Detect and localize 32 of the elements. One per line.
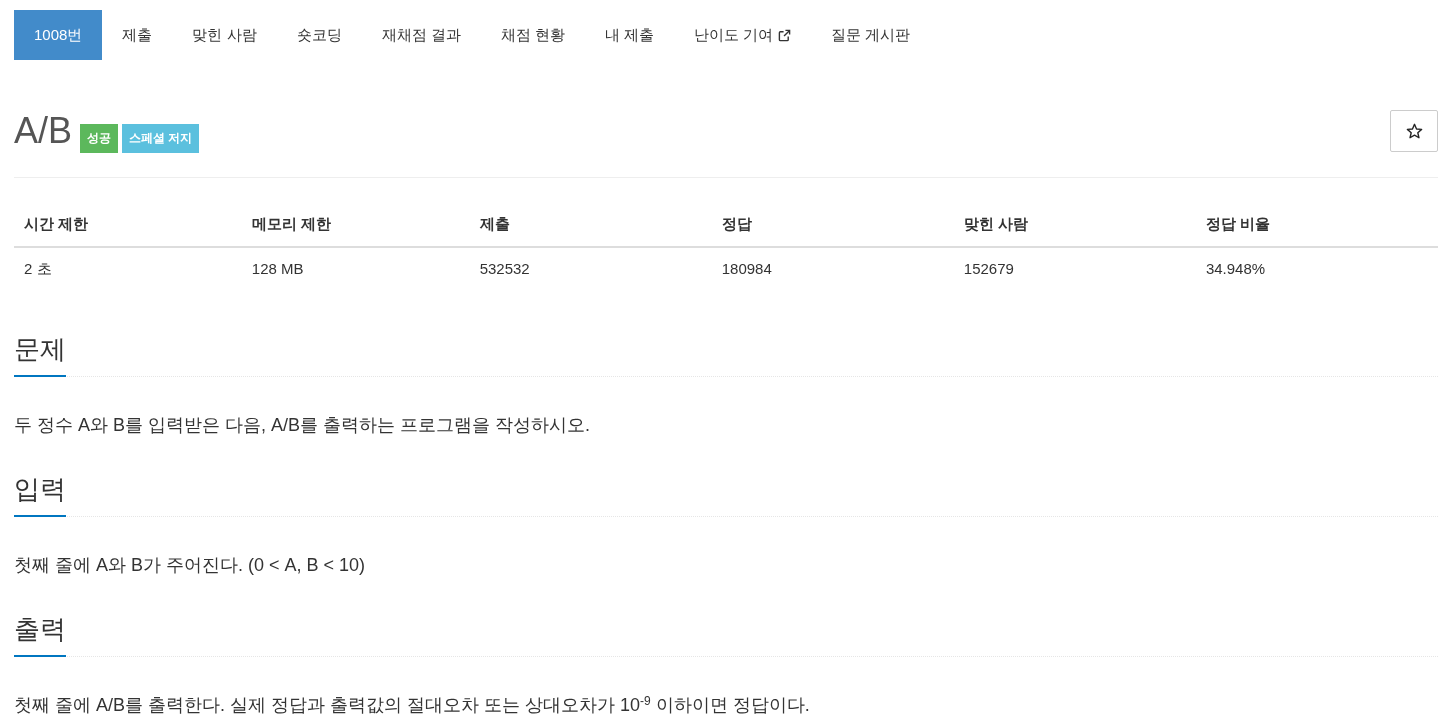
section-text: 두 정수 A와 B를 입력받은 다음, A/B를 출력하는 프로그램을 작성하시오. bbox=[14, 414, 592, 437]
table-cell: 2 초 bbox=[14, 247, 242, 291]
status-label: 성공 bbox=[80, 124, 119, 153]
nav-tab[interactable]: 제출 bbox=[102, 10, 173, 60]
nav-tab[interactable]: 맞힌 사람 bbox=[172, 10, 277, 60]
nav-tab[interactable]: 내 제출 bbox=[584, 10, 675, 60]
nav-tab[interactable]: 채점 현황 bbox=[480, 10, 585, 60]
column-header: 메모리 제한 bbox=[241, 202, 470, 247]
nav-tab[interactable]: 숏코딩 bbox=[276, 10, 362, 60]
table-cell: 128 MB bbox=[241, 247, 470, 291]
table-cell: 34.948% bbox=[1195, 247, 1438, 291]
column-header: 정답 비율 bbox=[1195, 202, 1438, 247]
column-header: 정답 bbox=[711, 202, 954, 247]
nav-tab[interactable]: 질문 게시판 bbox=[811, 10, 931, 60]
section-heading: 문제 bbox=[14, 335, 66, 377]
nav-tab[interactable]: 난이도 기여 bbox=[674, 10, 812, 60]
column-header: 제출 bbox=[469, 202, 712, 247]
section-text: 첫째 줄에 A와 B가 주어진다. (0 < A, B < 10) bbox=[14, 554, 367, 577]
table-cell: 532532 bbox=[469, 247, 712, 291]
table-cell: 180984 bbox=[711, 247, 954, 291]
section-heading: 출력 bbox=[14, 615, 66, 657]
column-header: 맞힌 사람 bbox=[953, 202, 1196, 247]
table-cell: 152679 bbox=[953, 247, 1196, 291]
column-header: 시간 제한 bbox=[14, 202, 242, 247]
section-text: 첫째 줄에 A/B를 출력한다. 실제 정답과 출력값의 절대오차 또는 상대오차가 10$^{-9}$ 이하이면 정답이다. bbox=[14, 693, 811, 717]
problem-title: A/B bbox=[14, 110, 73, 152]
nav-tab[interactable]: 재채점 결과 bbox=[361, 10, 481, 60]
nav-tab[interactable]: 1008번 bbox=[14, 10, 103, 60]
status-label: 스페셜 저지 bbox=[122, 124, 200, 153]
section-heading: 입력 bbox=[14, 475, 66, 517]
favorite-button[interactable] bbox=[1390, 110, 1438, 152]
star-icon bbox=[1405, 122, 1423, 140]
